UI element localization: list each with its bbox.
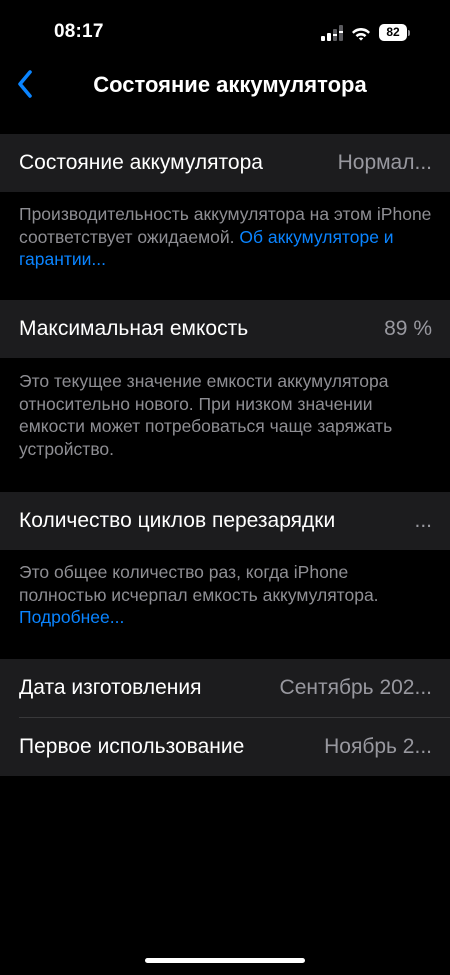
- cycle-count-row: Количество циклов перезарядки ...: [0, 492, 450, 550]
- first-use-label: Первое использование: [19, 735, 245, 758]
- max-capacity-label: Максимальная емкость: [19, 317, 249, 340]
- battery-health-value: Нормал...: [337, 151, 432, 174]
- cycle-count-footnote-text: Это общее количество раз, когда iPhone п…: [19, 562, 379, 605]
- cycle-count-footnote: Это общее количество раз, когда iPhone п…: [19, 561, 436, 629]
- cycle-count-label: Количество циклов перезарядки: [19, 509, 336, 532]
- learn-more-link[interactable]: Подробнее...: [19, 607, 124, 627]
- dates-group: Дата изготовления Сентябрь 202... Первое…: [0, 659, 450, 776]
- wifi-icon: [352, 27, 370, 41]
- first-use-value: Ноябрь 2...: [324, 735, 432, 758]
- battery-cap: [408, 29, 410, 36]
- navigation-bar: Состояние аккумулятора: [0, 62, 450, 108]
- manufacture-date-row: Дата изготовления Сентябрь 202...: [0, 659, 450, 717]
- signal-icon: [321, 24, 343, 41]
- page-title: Состояние аккумулятора: [93, 72, 367, 97]
- battery-icon: 82: [379, 24, 410, 41]
- battery-health-group: Состояние аккумулятора Нормал...: [0, 134, 450, 192]
- battery-health-row[interactable]: Состояние аккумулятора Нормал...: [0, 134, 450, 192]
- home-indicator[interactable]: [145, 958, 305, 963]
- cycle-count-group: Количество циклов перезарядки ...: [0, 492, 450, 550]
- battery-level: 82: [379, 24, 407, 41]
- status-icons: 82: [321, 24, 410, 41]
- status-bar: 08:17 82: [0, 0, 450, 62]
- max-capacity-row: Максимальная емкость 89 %: [0, 300, 450, 358]
- status-time: 08:17: [54, 21, 104, 42]
- max-capacity-footnote: Это текущее значение емкости аккумулятор…: [19, 370, 436, 460]
- manufacture-date-label: Дата изготовления: [19, 676, 202, 699]
- battery-health-footnote: Производительность аккумулятора на этом …: [19, 203, 436, 271]
- max-capacity-footnote-text: Это текущее значение емкости аккумулятор…: [19, 371, 393, 459]
- first-use-row: Первое использование Ноябрь 2...: [0, 718, 450, 776]
- manufacture-date-value: Сентябрь 202...: [279, 676, 432, 699]
- battery-health-label: Состояние аккумулятора: [19, 151, 263, 174]
- max-capacity-group: Максимальная емкость 89 %: [0, 300, 450, 358]
- max-capacity-value: 89 %: [384, 317, 432, 340]
- cycle-count-value: ...: [414, 509, 432, 532]
